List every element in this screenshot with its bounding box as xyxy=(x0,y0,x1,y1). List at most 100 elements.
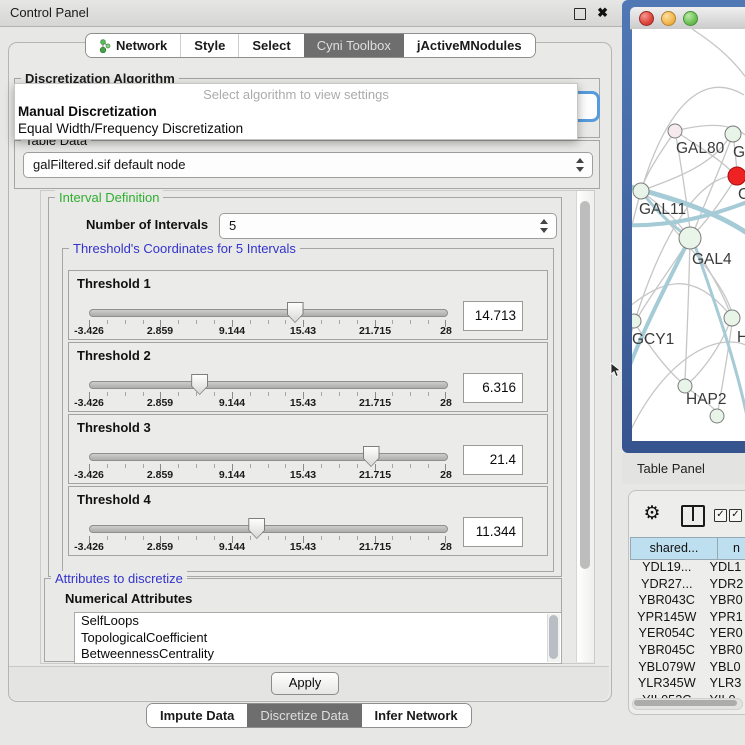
attribute-item[interactable]: SelfLoops xyxy=(75,613,561,630)
apply-strip: Apply xyxy=(9,666,609,700)
network-node-gcy1[interactable] xyxy=(632,314,641,328)
thresholds-group-title: Threshold's Coordinates for 5 Intervals xyxy=(69,241,300,256)
checkbox-icon[interactable]: ✓ xyxy=(714,509,727,522)
threshold-slider-track[interactable] xyxy=(89,309,448,317)
network-node-gal11[interactable] xyxy=(633,183,649,199)
numerical-attributes-list[interactable]: SelfLoopsTopologicalCoefficientBetweenne… xyxy=(74,612,562,664)
scale-label: 2.859 xyxy=(147,469,173,481)
minor-tick xyxy=(125,536,126,540)
table-row[interactable]: YDR27...YDR2 xyxy=(630,577,745,594)
settings-scrollbar[interactable] xyxy=(576,191,594,662)
tab-label: Cyni Toolbox xyxy=(317,38,391,53)
split-table-icon[interactable] xyxy=(681,505,705,527)
dropdown-option-manual-discretization[interactable]: Manual Discretization xyxy=(18,104,157,119)
minor-tick xyxy=(143,320,144,324)
minor-tick xyxy=(250,536,251,540)
table-row[interactable]: YBR045CYBR0 xyxy=(630,643,745,660)
tab-network[interactable]: Network xyxy=(86,34,180,57)
minor-tick xyxy=(268,536,269,540)
cell-shared-name: YDL19... xyxy=(630,560,704,577)
network-node-gal4[interactable] xyxy=(679,227,701,249)
attribute-item[interactable]: BetweennessCentrality xyxy=(75,646,561,663)
column-header-name[interactable]: n xyxy=(717,537,745,560)
threshold-value-field[interactable]: 14.713 xyxy=(463,301,523,331)
tab-impute-data[interactable]: Impute Data xyxy=(147,704,247,727)
tab-discretize-data[interactable]: Discretize Data xyxy=(247,704,361,727)
network-node-g[interactable] xyxy=(725,126,741,142)
threshold-slider-track[interactable] xyxy=(89,453,448,461)
threshold-value-field[interactable]: 11.344 xyxy=(463,517,523,547)
table-row[interactable]: YBL079WYBL0 xyxy=(630,660,745,677)
attributes-group-title: Attributes to discretize xyxy=(51,571,187,586)
minimize-traffic-light-icon[interactable] xyxy=(661,11,676,26)
dropdown-option-equal-width-frequency[interactable]: Equal Width/Frequency Discretization xyxy=(18,121,243,136)
attributes-scrollbar[interactable] xyxy=(547,614,560,662)
number-of-intervals-combobox[interactable]: 5 xyxy=(219,213,557,239)
tab-cyni-toolbox[interactable]: Cyni Toolbox xyxy=(304,34,404,57)
apply-button[interactable]: Apply xyxy=(271,672,339,695)
network-node-h[interactable] xyxy=(724,310,740,326)
scale-label: 9.144 xyxy=(219,469,245,481)
cell-name: YPR1 xyxy=(704,610,745,627)
threshold-panel-2: Threshold 2-3.4262.8599.14415.4321.71528… xyxy=(68,342,548,412)
table-data-combobox[interactable]: galFiltered.sif default node xyxy=(23,152,593,178)
minor-tick xyxy=(178,392,179,396)
mouse-cursor xyxy=(610,362,622,378)
threshold-slider-track[interactable] xyxy=(89,525,448,533)
screen: Control Panel ✖ NetworkStyle Select Cyni T… xyxy=(0,0,745,745)
minor-tick xyxy=(125,464,126,468)
network-node[interactable] xyxy=(710,409,724,423)
table-panel-title: Table Panel xyxy=(637,453,705,484)
table-row[interactable]: YBR043CYBR0 xyxy=(630,593,745,610)
settings-scrollbar-thumb[interactable] xyxy=(580,201,590,569)
attribute-item[interactable]: TopologicalCoefficient xyxy=(75,630,561,647)
cell-shared-name: YLR345W xyxy=(630,676,704,693)
minor-tick xyxy=(285,536,286,540)
float-window-icon[interactable] xyxy=(574,8,586,20)
scale-label: 2.859 xyxy=(147,397,173,409)
cell-name: YBR0 xyxy=(704,593,745,610)
minor-tick xyxy=(392,536,393,540)
combo-stepper-icon xyxy=(539,218,548,234)
tab-label: Select xyxy=(252,38,290,53)
network-canvas[interactable]: GAL80GCGAL11GAL4GCY1HHAP2 xyxy=(632,29,745,441)
threshold-value-field[interactable]: 21.4 xyxy=(463,445,523,475)
tab-jactivemnodules[interactable]: jActiveMNodules xyxy=(404,34,535,57)
zoom-traffic-light-icon[interactable] xyxy=(683,11,698,26)
node-label-gcy1: GCY1 xyxy=(632,331,674,348)
minor-tick xyxy=(143,392,144,396)
table-horizontal-scrollbar[interactable] xyxy=(632,698,743,710)
tab-select[interactable]: Select xyxy=(238,34,303,57)
close-traffic-light-icon[interactable] xyxy=(639,11,654,26)
scale-label: 28 xyxy=(440,469,452,481)
minor-tick xyxy=(214,464,215,468)
control-panel-title: Control Panel xyxy=(10,0,89,26)
table-horizontal-scrollbar-thumb[interactable] xyxy=(634,700,737,706)
scale-label: -3.426 xyxy=(74,469,104,481)
close-icon[interactable]: ✖ xyxy=(597,0,608,26)
cell-name: YDR2 xyxy=(704,577,745,594)
cell-shared-name: YER054C xyxy=(630,626,704,643)
column-header-shared-name[interactable]: shared... xyxy=(630,537,718,560)
table-data-combobox-value: galFiltered.sif default node xyxy=(33,153,185,177)
interval-definition-group-title: Interval Definition xyxy=(55,190,163,205)
cell-name: YLR3 xyxy=(704,676,745,693)
gear-icon[interactable]: ⚙ xyxy=(641,503,663,525)
minor-tick xyxy=(285,392,286,396)
network-node-c[interactable] xyxy=(728,167,745,185)
table-row[interactable]: YER054CYER0 xyxy=(630,626,745,643)
tab-infer-network[interactable]: Infer Network xyxy=(362,704,471,727)
attributes-scrollbar-thumb[interactable] xyxy=(549,615,558,659)
network-node-gal80[interactable] xyxy=(668,124,682,138)
minor-tick xyxy=(339,464,340,468)
table-row[interactable]: YPR145WYPR1 xyxy=(630,610,745,627)
tab-style[interactable]: Style xyxy=(180,34,238,57)
table-row[interactable]: YLR345WYLR3 xyxy=(630,676,745,693)
checkbox-icon[interactable]: ✓ xyxy=(729,509,742,522)
threshold-value-field[interactable]: 6.316 xyxy=(463,373,523,403)
table-row[interactable]: YDL19...YDL1 xyxy=(630,560,745,577)
tab-label: Discretize Data xyxy=(260,708,348,723)
threshold-slider-track[interactable] xyxy=(89,381,448,389)
cell-shared-name: YPR145W xyxy=(630,610,704,627)
minor-tick xyxy=(428,536,429,540)
